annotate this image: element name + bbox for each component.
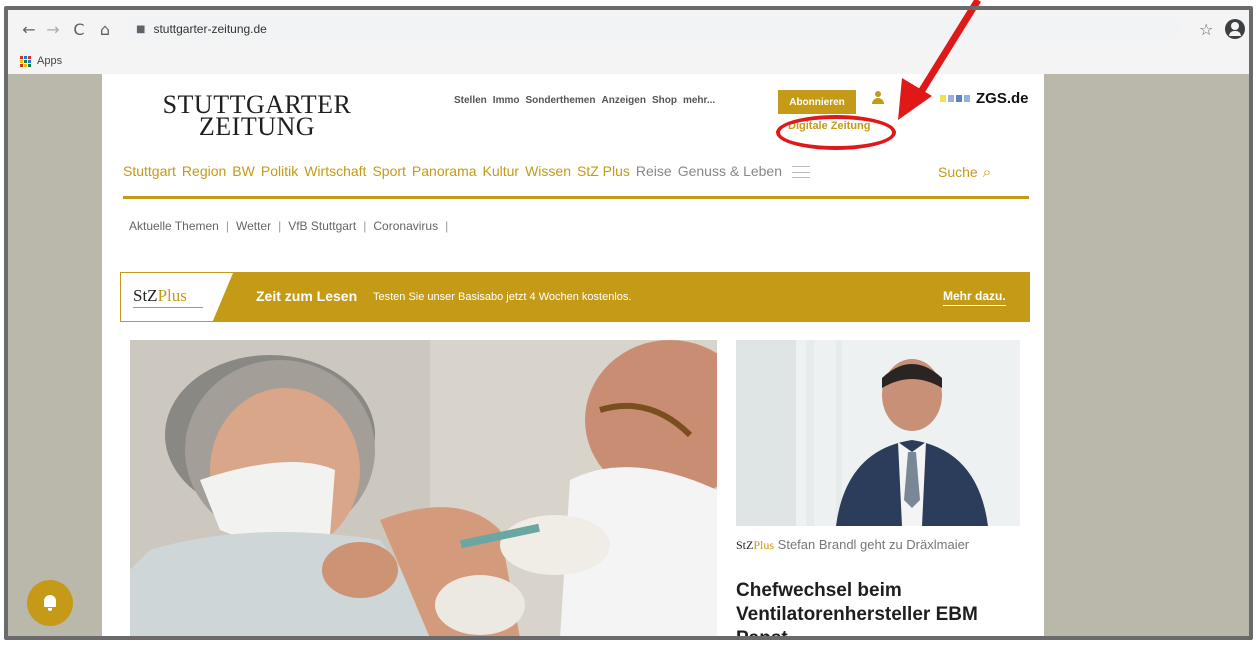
brand-plus: Plus — [157, 286, 187, 305]
main-nav-item[interactable]: Stuttgart — [123, 163, 176, 179]
home-icon[interactable]: ⌂ — [94, 18, 116, 40]
main-nav-item[interactable]: Wissen — [525, 163, 571, 179]
browser-toolbar: ← → C ⌂ ■ stuttgarter-zeitung.de ☆ — [8, 10, 1249, 48]
apps-bookmark[interactable]: Apps — [37, 55, 62, 67]
main-nav-item[interactable]: StZ Plus — [577, 163, 630, 179]
topic-link[interactable]: Aktuelle Themen — [129, 219, 219, 233]
annotation-circle — [776, 115, 896, 150]
lock-icon: ■ — [136, 23, 146, 35]
bookmarks-bar: Apps — [8, 50, 62, 72]
top-nav: Stellen Immo Sonderthemen Anzeigen Shop … — [454, 95, 715, 106]
topic-separator: | — [225, 219, 229, 233]
main-nav-item[interactable]: Politik — [261, 163, 298, 179]
hamburger-icon[interactable] — [792, 166, 810, 178]
subscribe-button[interactable]: Abonnieren — [778, 90, 856, 114]
top-nav-item[interactable]: Shop — [652, 95, 677, 106]
brand-plus: Plus — [753, 538, 775, 552]
main-nav-item[interactable]: BW — [232, 163, 255, 179]
page-viewport: STUTTGARTER ZEITUNG Stellen Immo Sondert… — [8, 74, 1249, 638]
main-nav-item[interactable]: Wirtschaft — [304, 163, 366, 179]
bell-glyph — [43, 595, 57, 611]
main-nav-item[interactable]: Region — [182, 163, 226, 179]
stz-plus-logo: StZPlus — [133, 286, 187, 306]
reload-icon[interactable]: C — [68, 18, 90, 40]
side-article-kicker[interactable]: StZPlus Stefan Brandl geht zu Dräxlmaier — [736, 536, 1026, 554]
vaccination-photo — [130, 340, 717, 638]
news-page: STUTTGARTER ZEITUNG Stellen Immo Sondert… — [102, 74, 1044, 638]
back-arrow-icon[interactable]: ← — [18, 18, 40, 40]
kicker-text: Stefan Brandl geht zu Dräxlmaier — [777, 537, 970, 552]
main-nav-item[interactable]: Sport — [372, 163, 405, 179]
site-logo[interactable]: STUTTGARTER ZEITUNG — [147, 92, 367, 141]
top-nav-item[interactable]: Sonderthemen — [525, 95, 595, 106]
main-nav-item[interactable]: Panorama — [412, 163, 477, 179]
screenshot-frame: ← → C ⌂ ■ stuttgarter-zeitung.de ☆ Apps … — [0, 0, 1257, 645]
top-nav-item[interactable]: Immo — [493, 95, 520, 106]
brand-stz: StZ — [736, 538, 754, 552]
nav-divider — [123, 196, 1029, 199]
promo-more-link[interactable]: Mehr dazu. — [943, 289, 1006, 306]
topic-separator: | — [278, 219, 282, 233]
account-circle-icon[interactable] — [1225, 19, 1246, 39]
side-article-headline[interactable]: Chefwechsel beim Ventilatorenhersteller … — [736, 579, 1026, 638]
search-icon: ⌕ — [982, 163, 992, 181]
bell-icon[interactable] — [27, 580, 73, 626]
topic-separator: | — [445, 219, 449, 233]
address-bar[interactable]: ■ stuttgarter-zeitung.de — [126, 16, 1181, 42]
topic-links: Aktuelle Themen | Wetter | VfB Stuttgart… — [129, 219, 448, 233]
stz-plus-badge: StZPlus — [736, 538, 774, 552]
main-nav-item[interactable]: Reise — [636, 163, 672, 179]
main-nav: Stuttgart Region BW Politik Wirtschaft S… — [123, 163, 810, 179]
topic-link[interactable]: VfB Stuttgart — [288, 219, 356, 233]
side-article-image[interactable] — [736, 340, 1020, 526]
hero-article-image[interactable] — [130, 340, 717, 638]
search-label: Suche — [938, 164, 978, 180]
main-nav-item[interactable]: Kultur — [483, 163, 520, 179]
top-nav-item[interactable]: Stellen — [454, 95, 487, 106]
annotation-arrow — [898, 0, 981, 120]
logo-line-2: ZEITUNG — [198, 112, 316, 141]
promo-text: Testen Sie unser Basisabo jetzt 4 Wochen… — [373, 291, 632, 303]
promo-title: Zeit zum Lesen — [256, 288, 358, 304]
portrait-photo — [736, 340, 1020, 526]
search-link[interactable]: Suche ⌕ — [938, 163, 991, 181]
forward-arrow-icon[interactable]: → — [42, 18, 64, 40]
main-nav-item[interactable]: Genuss & Leben — [678, 163, 782, 179]
browser-chrome: ← → C ⌂ ■ stuttgarter-zeitung.de ☆ Apps — [8, 10, 1249, 74]
bookmark-star-icon[interactable]: ☆ — [1199, 20, 1213, 39]
topic-link[interactable]: Wetter — [236, 219, 271, 233]
url-text: stuttgarter-zeitung.de — [153, 22, 267, 36]
top-nav-item[interactable]: Anzeigen — [601, 95, 645, 106]
brand-stz: StZ — [133, 286, 158, 305]
apps-grid-icon[interactable] — [20, 55, 31, 67]
stz-plus-promo-banner[interactable]: StZPlus Zeit zum Lesen Testen Sie unser … — [120, 272, 1030, 322]
top-nav-item[interactable]: mehr... — [683, 95, 715, 106]
promo-logo-underline — [133, 307, 203, 308]
topic-separator: | — [363, 219, 367, 233]
topic-link[interactable]: Coronavirus — [373, 219, 438, 233]
